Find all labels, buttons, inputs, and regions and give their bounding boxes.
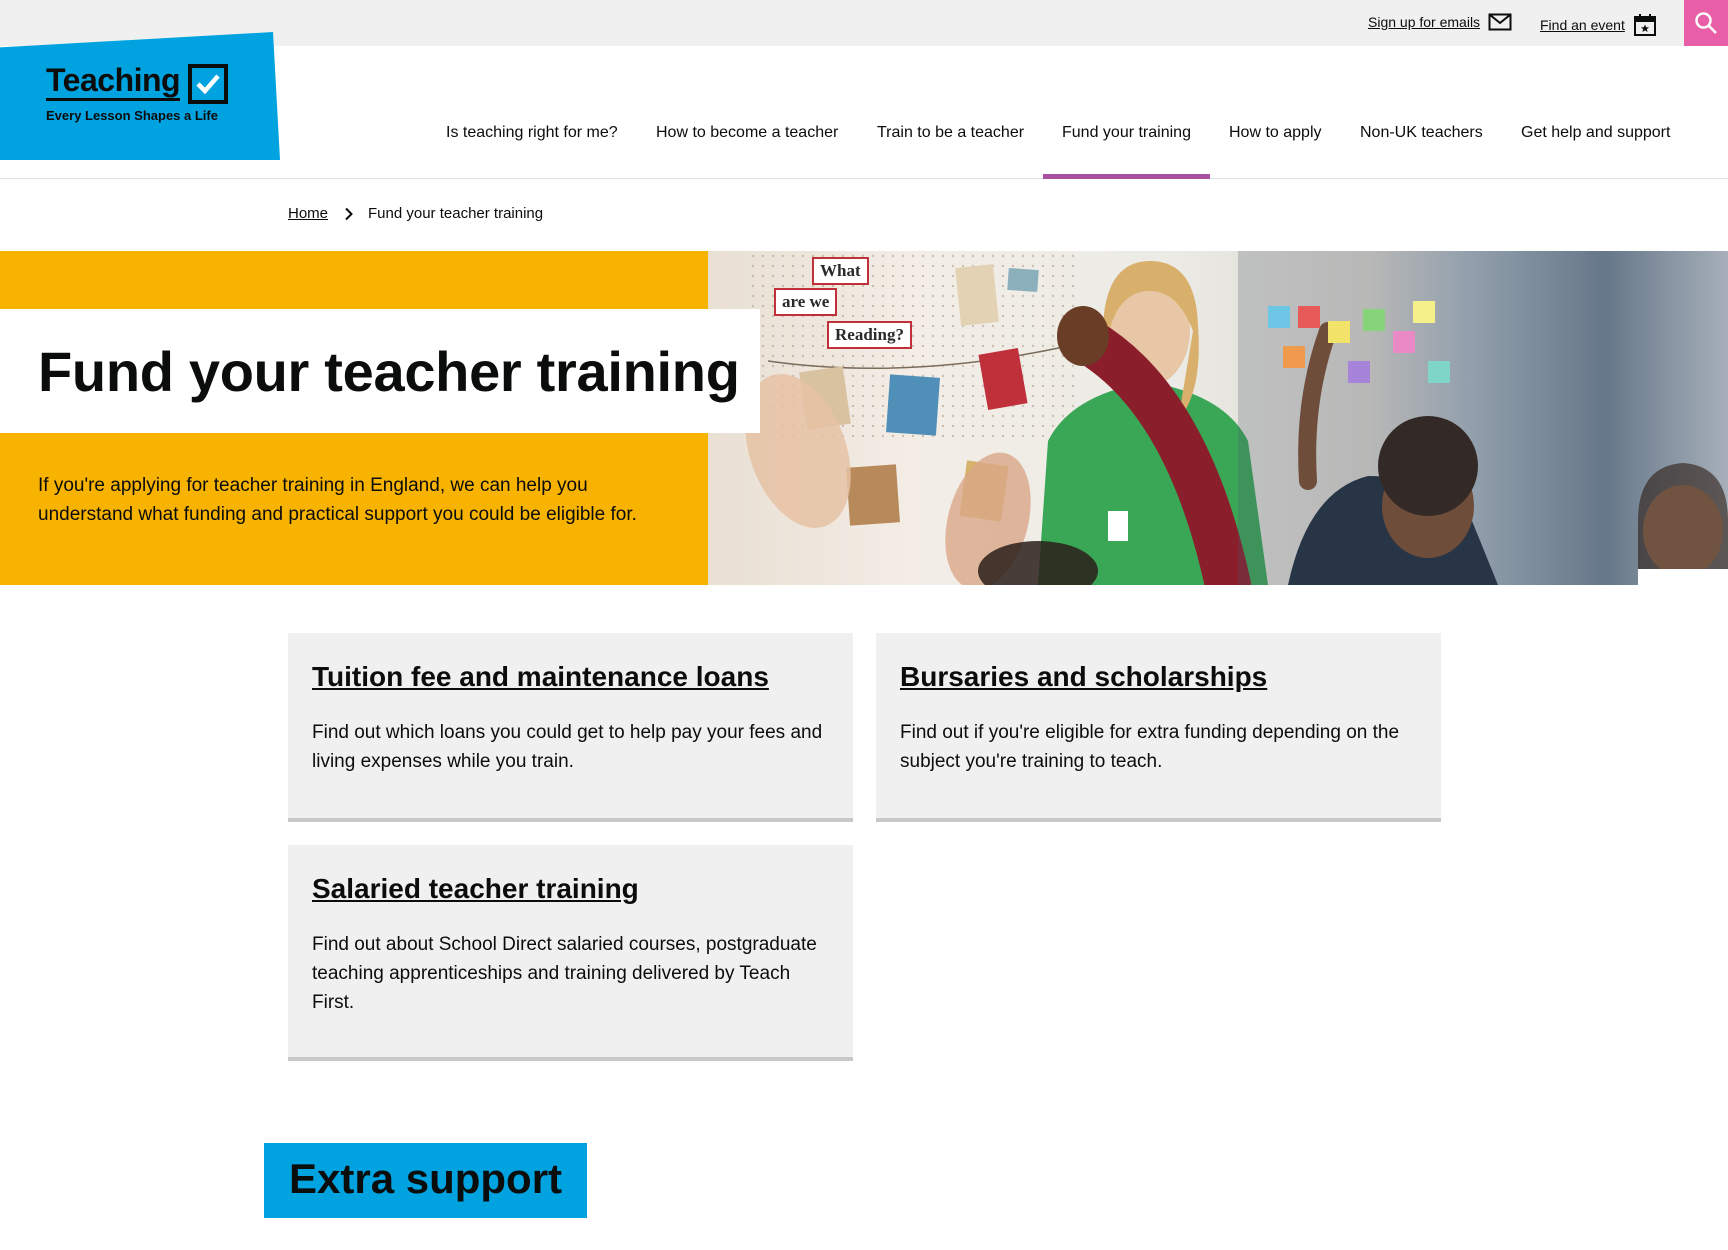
classroom-photo xyxy=(745,251,1728,585)
hero-intro-text: If you're applying for teacher training … xyxy=(38,475,637,525)
nav-item-fund-your-training[interactable]: Fund your training xyxy=(1062,124,1191,142)
logo-tagline: Every Lesson Shapes a Life xyxy=(46,108,218,123)
hero-image: What are we Reading? xyxy=(708,251,1728,585)
card-loans-text: Find out which loans you could get to he… xyxy=(312,722,823,772)
card-bursaries-title-link[interactable]: Bursaries and scholarships xyxy=(900,661,1267,693)
hero-title-box: Fund your teacher training xyxy=(0,309,760,433)
nav-item-is-teaching-right[interactable]: Is teaching right for me? xyxy=(446,124,618,142)
search-button[interactable] xyxy=(1684,0,1728,46)
calendar-icon xyxy=(1633,14,1656,36)
breadcrumb-home-link[interactable]: Home xyxy=(288,205,328,222)
nav-active-indicator xyxy=(1043,174,1210,179)
card-bursaries: Bursaries and scholarships Find out if y… xyxy=(876,633,1441,822)
card-loans: Tuition fee and maintenance loans Find o… xyxy=(288,633,853,822)
nav-item-non-uk-teachers[interactable]: Non-UK teachers xyxy=(1360,124,1483,142)
mail-icon xyxy=(1488,13,1512,31)
card-salaried-title-link[interactable]: Salaried teacher training xyxy=(312,873,639,905)
card-salaried: Salaried teacher training Find out about… xyxy=(288,845,853,1061)
sign-reading: Reading? xyxy=(827,321,912,349)
card-bursaries-text: Find out if you're eligible for extra fu… xyxy=(900,722,1400,772)
nav-item-train[interactable]: Train to be a teacher xyxy=(877,124,1024,142)
nav-item-how-to-become[interactable]: How to become a teacher xyxy=(656,124,838,142)
nav-item-how-to-apply[interactable]: How to apply xyxy=(1229,124,1322,142)
sign-up-emails-label: Sign up for emails xyxy=(1368,14,1481,30)
card-loans-title-link[interactable]: Tuition fee and maintenance loans xyxy=(312,661,769,693)
extra-support-heading: Extra support xyxy=(264,1143,588,1218)
nav-item-get-help[interactable]: Get help and support xyxy=(1521,124,1670,142)
breadcrumb: Home Fund your teacher training xyxy=(288,205,543,222)
logo[interactable]: Teaching Every Lesson Shapes a Life xyxy=(0,32,280,160)
logo-word: Teaching xyxy=(46,62,181,101)
sign-up-emails-link[interactable]: Sign up for emails xyxy=(1368,13,1512,31)
page-title: Fund your teacher training xyxy=(38,340,740,403)
breadcrumb-current: Fund your teacher training xyxy=(368,205,544,222)
find-event-label: Find an event xyxy=(1540,17,1625,33)
checkmark-icon xyxy=(188,64,228,104)
chevron-right-icon xyxy=(345,207,353,220)
card-salaried-text: Find out about School Direct salaried co… xyxy=(312,934,817,1013)
sign-are-we: are we xyxy=(774,288,838,316)
find-event-link[interactable]: Find an event xyxy=(1540,13,1657,37)
sign-what: What xyxy=(812,257,869,285)
search-icon xyxy=(1695,12,1717,34)
